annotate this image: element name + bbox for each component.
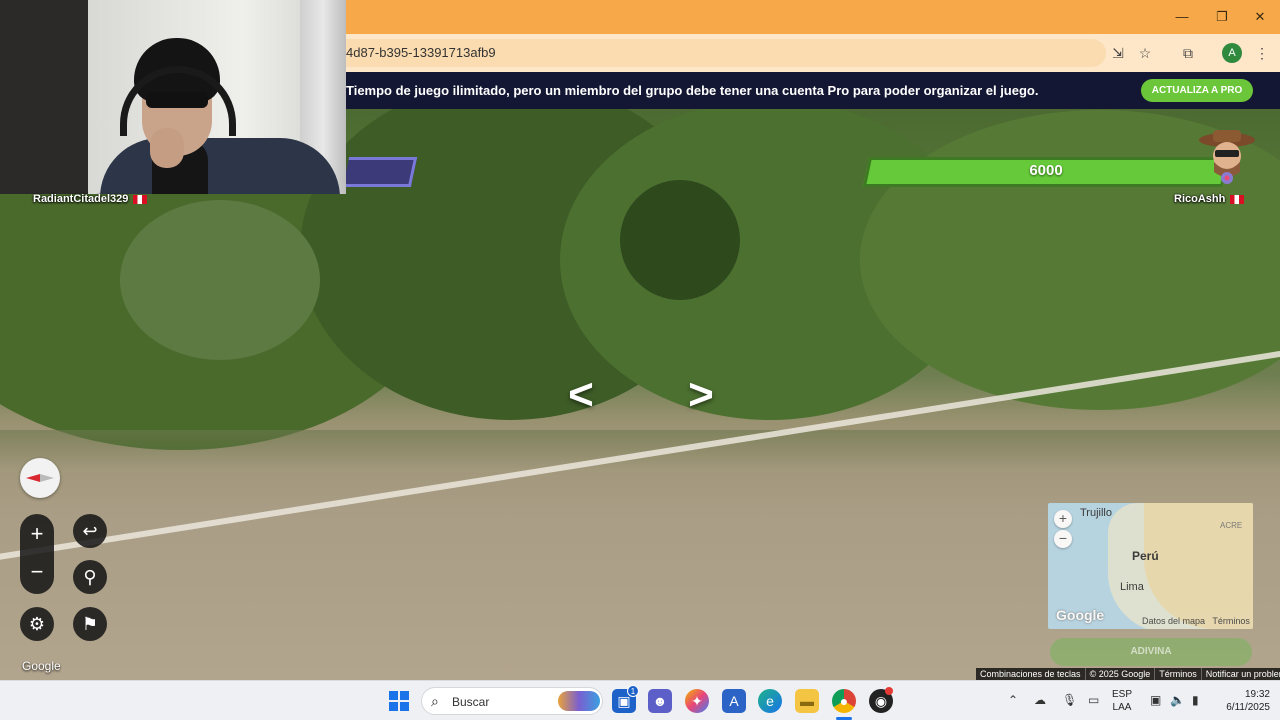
player-name-left: RadiantCitadel329 [33,193,148,205]
location-pin-icon: ⚲ [83,567,97,587]
keyboard-shortcuts-link[interactable]: Combinaciones de teclas [976,668,1085,680]
report-problem-link[interactable]: Notificar un problema [1200,668,1280,680]
address-bar[interactable]: 4d87-b395-13391713afb9 [346,39,1106,67]
store-badge: 1 [627,685,639,697]
search-placeholder: Buscar [452,695,490,709]
volume-icon[interactable]: 🔈 [1170,693,1185,707]
zoom-controls: + − [20,514,54,594]
obs-recording-dot [885,687,893,695]
url-text: 4d87-b395-13391713afb9 [346,45,496,60]
search-highlight-icon [558,691,600,711]
player-name-right: RicoAshh [1174,193,1245,205]
guess-button[interactable]: ADIVINA [1050,638,1252,666]
clock-date: 6/11/2025 [1226,702,1270,713]
copilot-icon[interactable]: ✦ [685,689,709,713]
map-google-logo: Google [1056,607,1105,623]
edge-icon[interactable]: e [758,689,782,713]
return-to-start-button[interactable]: ⚲ [73,560,107,594]
map-footer: Datos del mapa Términos [1142,616,1250,626]
install-app-icon[interactable]: ⇲ [1108,43,1128,63]
peru-flag-icon [1230,194,1245,204]
map-data-label[interactable]: Datos del mapa [1142,616,1205,626]
autocad-icon[interactable]: A [722,689,746,713]
map-label-lima: Lima [1120,581,1144,593]
gear-icon: ⚙ [28,614,46,634]
undo-icon: ↩ [82,521,98,541]
map-attribution: Combinaciones de teclas © 2025 Google Té… [976,668,1280,680]
chevron-up-icon[interactable]: ⌃ [1008,693,1018,707]
system-clock[interactable]: 19:32 6/11/2025 [1226,688,1270,714]
peru-flag-icon [133,194,148,204]
microphone-icon[interactable]: 🎙 [1062,693,1077,707]
hedge-foliage [620,180,740,300]
move-back-arrow[interactable]: < [556,373,606,417]
compass-icon[interactable] [20,458,60,498]
restore-button[interactable]: ❐ [1212,8,1232,26]
road-edge [0,430,1280,470]
map-terms-link[interactable]: Términos [1212,616,1250,626]
clock-time: 19:32 [1244,689,1270,700]
settings-button[interactable]: ⚙ [20,607,54,641]
zoom-out-button[interactable]: − [20,554,54,590]
taskbar-search-input[interactable]: ⌕ Buscar [421,687,603,715]
map-label-acre: ACRE [1220,521,1243,530]
webcam-person-hand [150,128,184,168]
language-code: ESP [1112,689,1133,700]
search-icon: ⌕ [431,693,439,709]
webcam-overlay [0,0,346,194]
promo-banner: Tiempo de juego ilimitado, pero un miemb… [346,72,1280,109]
network-icon[interactable]: ▣ [1150,693,1161,707]
player-name-text: RadiantCitadel329 [33,193,129,205]
map-label-peru: Perú [1132,549,1159,563]
device-icon[interactable]: ▭ [1088,693,1099,707]
windows-start-icon[interactable] [389,691,409,711]
keyboard-layout: LAA [1112,702,1132,713]
extensions-icon[interactable]: ⧉ [1178,43,1198,63]
close-button[interactable]: ✕ [1250,8,1270,26]
windows-taskbar: ⌕ Buscar ▣ 1 ☻ ✦ A e ▬ ● ◉ ⌃ ☁ 🎙 ▭ ESP L… [0,680,1280,720]
zoom-in-button[interactable]: + [20,516,54,552]
copyright-text: © 2025 Google [1084,668,1155,680]
webcam-person-body [100,138,340,194]
move-forward-arrow[interactable]: > [676,373,726,417]
chrome-icon[interactable]: ● [832,689,856,713]
upgrade-pro-button[interactable]: ACTUALIZA A PRO [1141,79,1253,102]
browser-toolbar: 4d87-b395-13391713afb9 ⇲ ☆ ⧉ A ⋮ [346,34,1280,72]
guess-minimap[interactable]: Trujillo Perú Lima ACRE + − Google Datos… [1048,503,1253,629]
opponent-avatar [1199,130,1255,184]
map-label-trujillo: Trujillo [1080,507,1112,519]
menu-kebab-icon[interactable]: ⋮ [1252,43,1272,63]
undo-move-button[interactable]: ↩ [73,514,107,548]
player-name-text: RicoAshh [1174,193,1226,205]
map-zoom-in-button[interactable]: + [1054,510,1072,528]
profile-avatar[interactable]: A [1222,43,1242,63]
promo-text: Tiempo de juego ilimitado, pero un miemb… [346,83,1039,98]
player-health-bar-left [342,157,418,187]
teams-icon[interactable]: ☻ [648,689,672,713]
map-zoom-out-button[interactable]: − [1054,530,1072,548]
battery-icon[interactable]: ▮ [1192,693,1199,707]
language-indicator[interactable]: ESP LAA [1112,688,1132,714]
flag-checkpoint-button[interactable]: ⚑ [73,607,107,641]
flag-icon: ⚑ [81,614,99,634]
terms-link[interactable]: Términos [1154,668,1201,680]
file-explorer-icon[interactable]: ▬ [795,689,819,713]
minimize-button[interactable]: — [1172,8,1192,26]
google-logo: Google [22,659,61,673]
bookmark-star-icon[interactable]: ☆ [1135,43,1155,63]
hedge-foliage [120,200,320,360]
onedrive-cloud-icon[interactable]: ☁ [1034,693,1046,707]
health-value: 6000 [1029,162,1063,179]
browser-titlebar: — ❐ ✕ [346,0,1280,34]
webcam-sunglasses [146,92,208,108]
